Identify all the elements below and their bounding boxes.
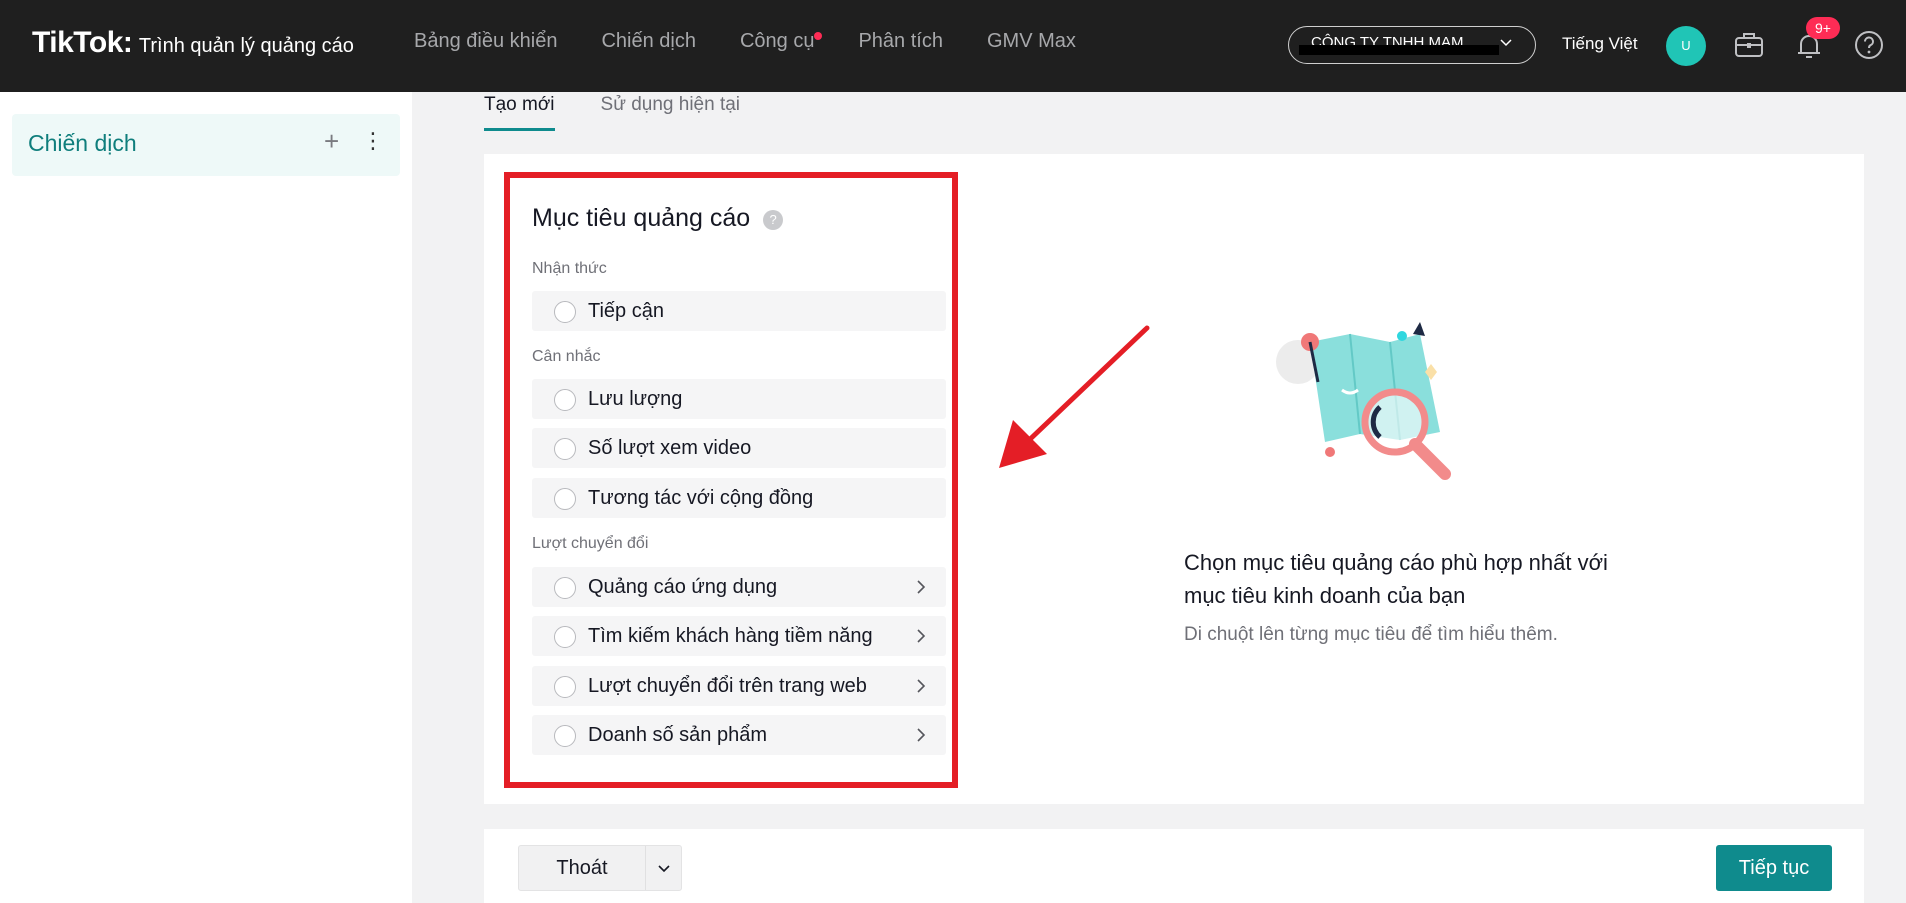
- objective-option-label: Số lượt xem video: [588, 437, 752, 459]
- radio-button[interactable]: [554, 676, 576, 698]
- notification-badge: 9+: [1806, 17, 1840, 39]
- objective-panel-highlight: Mục tiêu quảng cáo ? Nhận thức Tiếp cận …: [504, 172, 958, 788]
- chevron-right-icon: [917, 728, 926, 742]
- exit-button-group: Thoát: [518, 845, 682, 891]
- radio-button[interactable]: [554, 488, 576, 510]
- brand[interactable]: TikTok : Trình quản lý quảng cáo: [32, 26, 354, 60]
- radio-button[interactable]: [554, 301, 576, 323]
- create-mode-tabs: Tạo mới Sử dụng hiện tại: [484, 94, 786, 131]
- account-selector[interactable]: CÔNG TY TNHH MAM...: [1288, 26, 1536, 64]
- sidebar-campaign-item[interactable]: Chiến dịch + ⋮: [12, 114, 400, 176]
- radio-button[interactable]: [554, 577, 576, 599]
- chevron-down-icon: [658, 865, 670, 873]
- objective-card: Mục tiêu quảng cáo ? Nhận thức Tiếp cận …: [484, 154, 1864, 804]
- radio-button[interactable]: [554, 725, 576, 747]
- objective-option-community-interaction[interactable]: Tương tác với cộng đồng: [532, 478, 946, 518]
- logo-colon: :: [122, 26, 133, 59]
- objective-title: Mục tiêu quảng cáo ?: [532, 204, 784, 233]
- avatar[interactable]: U: [1666, 26, 1706, 66]
- nav-item-campaigns[interactable]: Chiến dịch: [601, 30, 696, 53]
- objective-option-label: Lượt chuyển đổi trên trang web: [588, 675, 867, 697]
- help-circle-icon[interactable]: [1852, 28, 1886, 62]
- nav-item-tools-label: Công cụ: [739, 30, 815, 52]
- objective-option-product-sales[interactable]: Doanh số sản phẩm: [532, 715, 946, 755]
- chevron-down-icon: [1500, 39, 1512, 47]
- tab-use-existing[interactable]: Sử dụng hiện tại: [601, 94, 741, 131]
- hint-title: Chọn mục tiêu quảng cáo phù hợp nhất với…: [1184, 550, 1608, 608]
- map-magnifier-illustration: [1276, 322, 1451, 480]
- hint-subtitle: Di chuột lên từng mục tiêu để tìm hiểu t…: [1184, 624, 1558, 645]
- sidebar-title: Chiến dịch: [28, 130, 137, 156]
- objective-option-video-views[interactable]: Số lượt xem video: [532, 428, 946, 468]
- tab-create-new[interactable]: Tạo mới: [484, 94, 555, 131]
- chevron-right-icon: [917, 629, 926, 643]
- radio-button[interactable]: [554, 438, 576, 460]
- product-name: Trình quản lý quảng cáo: [138, 35, 354, 57]
- objective-option-lead-generation[interactable]: Tìm kiếm khách hàng tiềm năng: [532, 616, 946, 656]
- redaction-bar: [1299, 45, 1499, 55]
- radio-button[interactable]: [554, 626, 576, 648]
- red-arrow-annotation: [999, 325, 1150, 468]
- briefcase-icon[interactable]: [1732, 28, 1766, 62]
- objective-option-website-conversions[interactable]: Lượt chuyển đổi trên trang web: [532, 666, 946, 706]
- objective-option-label: Tiếp cận: [588, 300, 664, 322]
- nav-item-gmv-max[interactable]: GMV Max: [987, 30, 1076, 53]
- chevron-right-icon: [917, 580, 926, 594]
- objective-option-label: Lưu lượng: [588, 388, 683, 410]
- group-label-awareness: Nhận thức: [532, 260, 607, 277]
- question-icon[interactable]: ?: [763, 210, 784, 230]
- objective-option-label: Tìm kiếm khách hàng tiềm năng: [588, 625, 873, 647]
- footer-action-bar: Thoát Tiếp tục: [484, 829, 1864, 903]
- exit-dropdown-toggle[interactable]: [646, 846, 682, 890]
- add-icon[interactable]: +: [324, 126, 339, 156]
- main-nav: Bảng điều khiển Chiến dịch Công cụ Phân …: [414, 30, 1120, 53]
- top-navigation-bar: TikTok : Trình quản lý quảng cáo Bảng đi…: [0, 0, 1906, 92]
- group-label-consideration: Cân nhắc: [532, 348, 601, 365]
- chevron-right-icon: [917, 679, 926, 693]
- continue-button[interactable]: Tiếp tục: [1716, 845, 1832, 891]
- more-options-icon[interactable]: ⋮: [362, 126, 384, 156]
- tiktok-logo: TikTok: [32, 26, 123, 59]
- campaign-sidebar: Chiến dịch + ⋮: [0, 92, 412, 903]
- objective-option-traffic[interactable]: Lưu lượng: [532, 379, 946, 419]
- nav-item-tools[interactable]: Công cụ: [739, 30, 823, 53]
- objective-option-label: Doanh số sản phẩm: [588, 724, 768, 746]
- objective-option-label: Tương tác với cộng đồng: [588, 487, 814, 509]
- objective-option-reach[interactable]: Tiếp cận: [532, 291, 946, 331]
- objective-option-label: Quảng cáo ứng dụng: [588, 576, 778, 598]
- group-label-conversion: Lượt chuyển đổi: [532, 535, 649, 552]
- nav-item-dashboard[interactable]: Bảng điều khiển: [414, 30, 557, 53]
- objective-option-app-promotion[interactable]: Quảng cáo ứng dụng: [532, 567, 946, 607]
- nav-item-analytics[interactable]: Phân tích: [858, 30, 943, 53]
- language-selector[interactable]: Tiếng Việt: [1562, 34, 1638, 54]
- radio-button[interactable]: [554, 389, 576, 411]
- objective-title-text: Mục tiêu quảng cáo: [532, 204, 751, 232]
- new-dot-indicator: [814, 32, 823, 40]
- exit-button[interactable]: Thoát: [519, 846, 645, 890]
